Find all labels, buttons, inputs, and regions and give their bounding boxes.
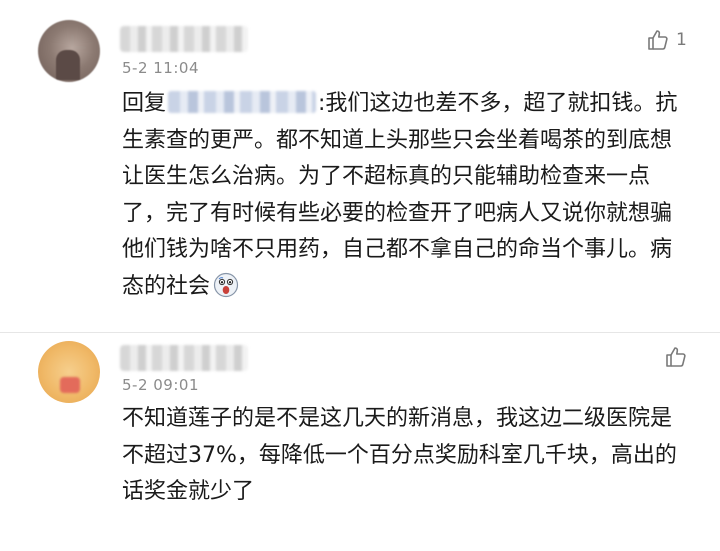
mention-blurred[interactable] <box>168 91 317 113</box>
username-blurred[interactable] <box>120 26 248 52</box>
comment-body: :我们这边也差不多，超了就扣钱。抗生素查的更严。都不知道上头那些只会坐着喝茶的到… <box>122 91 678 299</box>
reply-prefix: 回复 <box>122 91 167 116</box>
avatar[interactable] <box>38 341 100 403</box>
comment-item: 5-2 09:01 不知道莲子的是不是这几天的新消息，我这边二级医院是不超过37… <box>0 332 720 551</box>
thumbs-up-icon <box>666 347 686 367</box>
username-blurred[interactable] <box>120 345 248 371</box>
comment-body: 不知道莲子的是不是这几天的新消息，我这边二级医院是不超过37%，每降低一个百分点… <box>122 406 677 504</box>
like-button[interactable] <box>664 345 688 369</box>
scream-emoji-icon <box>213 272 239 298</box>
comment-timestamp: 5-2 09:01 <box>122 376 199 394</box>
comment-item: 5-2 11:04 1 回复:我们这边也差不多，超了就扣钱。抗生素查的更严。都不… <box>0 0 720 332</box>
thumbs-up-icon <box>648 30 668 50</box>
comment-text: 回复:我们这边也差不多，超了就扣钱。抗生素查的更严。都不知道上头那些只会坐着喝茶… <box>122 86 682 305</box>
like-button[interactable]: 1 <box>646 28 687 52</box>
like-count: 1 <box>676 30 687 50</box>
avatar[interactable] <box>38 20 100 82</box>
comment-timestamp: 5-2 11:04 <box>122 59 199 77</box>
